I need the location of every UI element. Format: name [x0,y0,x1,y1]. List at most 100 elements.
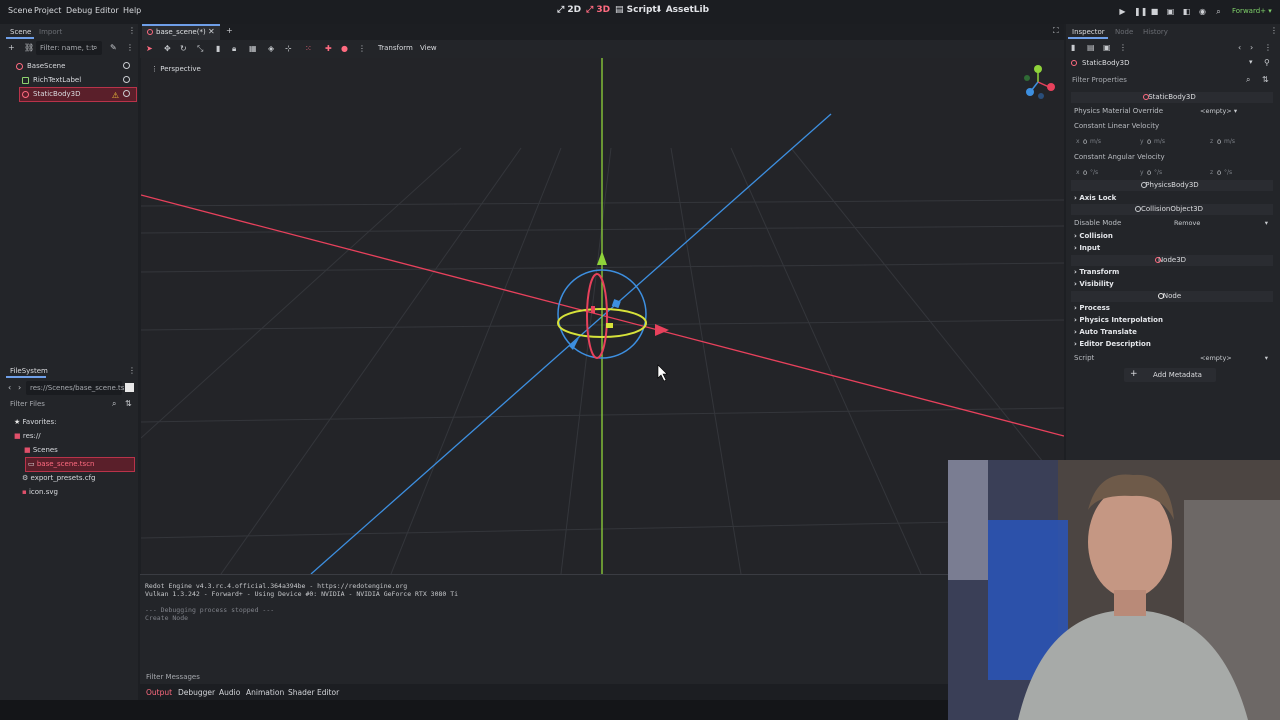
inspector-menu-icon[interactable]: ⋮ [1270,26,1278,36]
fs-menu-icon[interactable]: ⋮ [128,366,136,376]
view-menu[interactable]: View [420,44,437,52]
menu-scene[interactable]: Scene [8,6,32,15]
perspective-menu[interactable]: ⋮ Perspective [151,65,201,73]
stop-icon[interactable]: ■ [1150,7,1159,16]
load-resource-icon[interactable]: ▤ [1087,43,1095,53]
select-tool-icon[interactable]: ➤ [146,44,153,54]
filter-options-icon[interactable]: ⇅ [1262,75,1269,85]
tab-scene[interactable]: Scene [10,28,31,36]
tab-animation[interactable]: Animation [246,688,284,697]
movie-icon[interactable]: ◉ [1198,7,1207,16]
menu-project[interactable]: Project [34,6,61,15]
snap-icon[interactable]: ✚ [325,44,332,54]
menu-editor[interactable]: Editor [95,6,119,15]
group-editor-description[interactable]: › Editor Description [1074,340,1151,348]
group-collision[interactable]: › Collision [1074,232,1113,240]
script-attach-icon[interactable]: ✎ [110,43,117,53]
tab-shader-editor[interactable]: Shader Editor [288,688,339,697]
tab-base-scene[interactable]: base_scene(*) ✕ [142,24,220,40]
tab-output[interactable]: Output [146,688,172,697]
link-icon[interactable]: ⛓ [24,43,34,53]
dock-menu-icon[interactable]: ⋮ [128,26,136,36]
3d-viewport[interactable]: ⋮ Perspective [141,58,1064,574]
workspace-assetlib-button[interactable]: ⬇ AssetLib [655,5,709,15]
tab-filesystem[interactable]: FileSystem [10,367,48,375]
fs-item-icon-svg[interactable]: ▪ icon.svg [6,486,136,499]
add-node-icon[interactable]: + [8,43,15,53]
back-icon[interactable]: ‹ [8,383,11,393]
group-visibility[interactable]: › Visibility [1074,280,1114,288]
object-params-icon[interactable]: ⚲ [1264,58,1270,68]
tab-history[interactable]: History [1143,28,1168,36]
history-forward-icon[interactable]: › [1250,43,1253,53]
local-space-icon[interactable]: ⁙ [305,44,312,54]
resource-options-icon[interactable]: ⋮ [1119,43,1127,53]
tree-item-staticbody3d[interactable]: StaticBody3D ⚠ [19,87,137,102]
add-metadata-button[interactable]: + Add Metadata [1124,368,1216,382]
object-selector[interactable]: StaticBody3D ▾ [1068,57,1264,70]
sort-icon[interactable]: ⇅ [125,399,132,409]
sun-preview-icon[interactable]: ● [341,44,348,54]
group-input[interactable]: › Input [1074,244,1100,252]
scale-tool-icon[interactable]: ⤡ [197,44,203,54]
tab-node[interactable]: Node [1115,28,1133,36]
group-physics-interpolation[interactable]: › Physics Interpolation [1074,316,1163,324]
pause-icon[interactable]: ❚❚ [1134,7,1147,16]
object-history-icon[interactable]: ⋮ [1264,43,1272,53]
workspace-script-button[interactable]: ▤ Script [615,5,657,15]
scene-dock-options-icon[interactable]: ⋮ [126,43,134,53]
play-icon[interactable]: ▶ [1118,7,1127,16]
fs-item-base-scene[interactable]: ▭ base_scene.tscn [25,457,135,472]
close-icon[interactable]: ✕ [208,27,215,36]
visibility-eye-icon[interactable] [123,76,130,83]
move-tool-icon[interactable]: ✥ [164,44,171,54]
disable-mode-select[interactable]: Remove ▾ [1174,219,1270,227]
fs-item-favorites[interactable]: ★ Favorites: [6,416,136,429]
fs-item-export-presets[interactable]: ⚙ export_presets.cfg [6,472,136,485]
group-transform[interactable]: › Transform [1074,268,1119,276]
group-auto-translate[interactable]: › Auto Translate [1074,328,1137,336]
play-custom-icon[interactable]: ◧ [1182,7,1191,16]
fs-path-input[interactable]: res://Scenes/base_scene.ts [26,381,124,395]
remote-debug-icon[interactable]: ⌕ [1214,7,1223,16]
tab-inspector[interactable]: Inspector [1072,28,1105,36]
warning-icon[interactable]: ⚠ [112,89,119,102]
new-resource-icon[interactable]: ▮ [1071,43,1075,53]
tree-item-basescene[interactable]: BaseScene [6,60,136,73]
tab-import[interactable]: Import [39,28,62,36]
output-filter-input[interactable]: Filter Messages [142,670,342,684]
tab-debugger[interactable]: Debugger [178,688,215,697]
list-select-icon[interactable]: ⊹ [285,44,292,54]
tab-audio[interactable]: Audio [219,688,240,697]
view-orientation-gizmo[interactable] [1024,65,1055,99]
menu-help[interactable]: Help [123,6,141,15]
forward-icon[interactable]: › [18,383,21,393]
toolbar-options-icon[interactable]: ⋮ [358,44,366,54]
selectable-icon[interactable]: ▮ [216,44,220,54]
angular-velocity-field[interactable]: x 0 °/s y 0 °/s z 0 °/s [1076,167,1266,179]
distraction-free-icon[interactable]: ⛶ [1053,26,1059,36]
fs-item-res[interactable]: ■ res:// [6,430,136,443]
new-tab-icon[interactable]: + [226,26,233,36]
workspace-2d-button[interactable]: ⤢ 2D [557,5,581,15]
menu-debug[interactable]: Debug [66,6,92,15]
split-mode-icon[interactable] [125,383,134,392]
lock-icon[interactable]: 🔒︎ [232,44,236,54]
ruler-icon[interactable]: ◈ [268,44,274,54]
transform-menu[interactable]: Transform [378,44,413,52]
script-value[interactable]: <empty> ▾ [1200,354,1270,362]
fs-filter-input[interactable]: Filter Files [6,397,122,411]
group-icon[interactable]: ▦ [249,44,257,54]
history-back-icon[interactable]: ‹ [1238,43,1241,53]
workspace-3d-button[interactable]: ⤢ 3D [586,5,610,15]
renderer-selector[interactable]: Forward+ ▾ [1232,7,1272,15]
visibility-eye-icon[interactable] [123,90,130,97]
linear-velocity-field[interactable]: x 0 m/s y 0 m/s z 0 m/s [1076,136,1266,148]
group-axis-lock[interactable]: › Axis Lock [1074,194,1116,202]
physics-material-value[interactable]: <empty> ▾ [1200,107,1237,115]
tree-item-richtextlabel[interactable]: RichTextLabel [6,74,136,87]
rotate-tool-icon[interactable]: ↻ [180,44,187,54]
group-process[interactable]: › Process [1074,304,1110,312]
fs-item-scenes[interactable]: ■ Scenes [6,444,136,457]
property-filter-input[interactable]: Filter Properties [1068,73,1244,87]
